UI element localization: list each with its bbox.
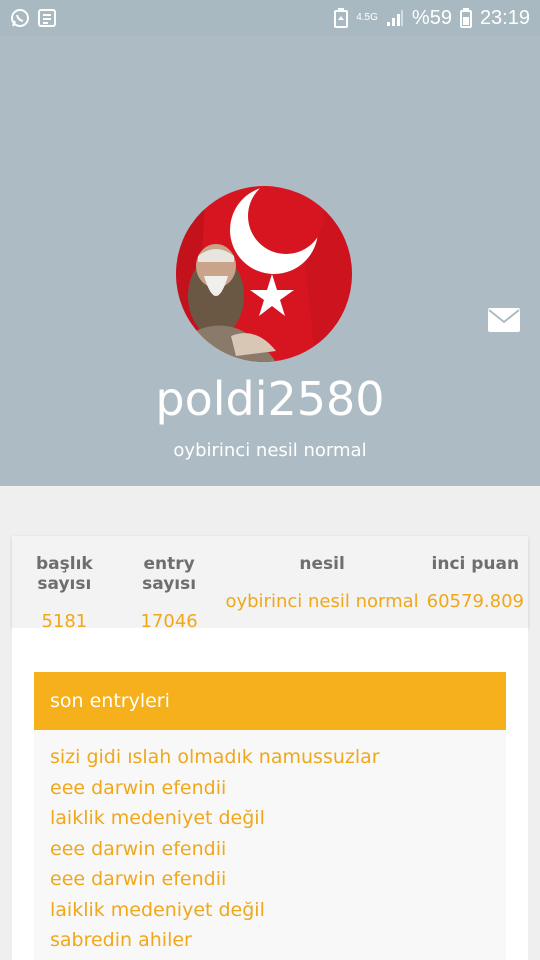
stat-entry-count: entry sayısı 17046 — [117, 536, 222, 632]
status-bar: 4.5G %59 23:19 — [0, 0, 540, 36]
stat-label: nesil — [299, 554, 345, 574]
stat-title-count: başlık sayısı 5181 — [12, 536, 117, 632]
entry-link[interactable]: laiklik medeniyet değil — [50, 803, 506, 834]
recent-entries-list: sizi gidi ıslah olmadık namussuzlar eee … — [34, 730, 506, 960]
stat-label: inci puan — [431, 554, 520, 574]
stat-label: entry sayısı — [142, 554, 197, 594]
entry-link[interactable]: sizi gidi ıslah olmadık namussuzlar — [50, 742, 506, 773]
stats-panel: başlık sayısı 5181 entry sayısı 17046 ne… — [12, 536, 528, 632]
entry-link[interactable]: eee darwin efendii — [50, 773, 506, 804]
entry-link[interactable]: eee darwin efendii — [50, 864, 506, 895]
profile-header: poldi2580 oybirinci nesil normal — [0, 36, 540, 486]
mail-icon — [488, 308, 520, 332]
entry-link[interactable]: sabredin ahiler — [50, 925, 506, 956]
clock: 23:19 — [479, 6, 530, 29]
stat-generation: nesil oybirinci nesil normal — [221, 536, 422, 628]
entry-link[interactable]: eee darwin efendii — [50, 834, 506, 865]
stat-value: oybirinci nesil normal — [225, 591, 419, 612]
stat-karma: inci puan 60579.809 — [423, 536, 528, 628]
status-bar-right: 4.5G %59 23:19 — [334, 7, 530, 30]
stat-value: 60579.809 — [426, 591, 524, 612]
battery-icon — [459, 8, 472, 28]
battery-percent: %59 — [411, 6, 452, 29]
entry-link[interactable]: laiklik medeniyet değil — [50, 895, 506, 926]
battery-saver-icon — [334, 8, 349, 28]
content-panel: son entryleri sizi gidi ıslah olmadık na… — [12, 628, 528, 960]
message-button[interactable] — [488, 308, 520, 332]
stat-label: başlık sayısı — [36, 554, 93, 594]
avatar[interactable] — [176, 186, 352, 362]
signal-icon — [386, 9, 404, 27]
recent-entries-title: son entryleri — [34, 672, 506, 730]
notification-list-icon — [38, 9, 56, 27]
whatsapp-icon — [10, 8, 30, 28]
status-bar-left — [10, 8, 56, 28]
user-generation: oybirinci nesil normal — [173, 440, 367, 461]
network-type: 4.5G — [356, 12, 378, 23]
username: poldi2580 — [155, 372, 385, 426]
